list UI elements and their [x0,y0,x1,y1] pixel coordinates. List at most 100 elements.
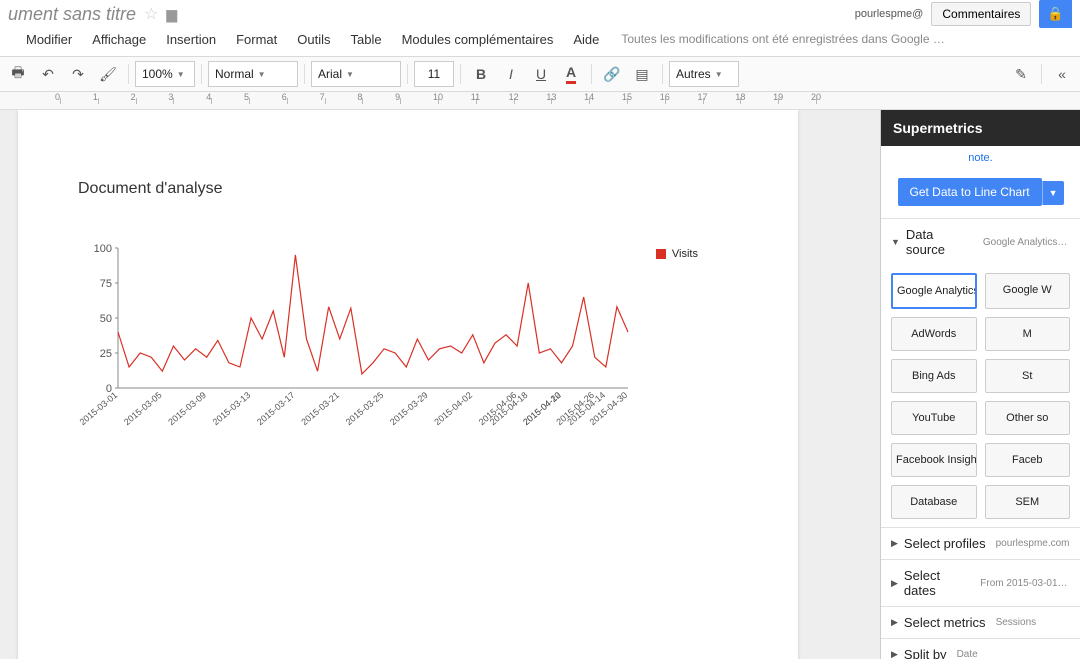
chevron-down-icon: ▼ [891,237,900,247]
section-title: Split by [904,647,947,659]
source-google-w[interactable]: Google W [985,273,1071,309]
print-icon[interactable]: 🖶 [4,60,32,88]
account-label: pourlespme@ [855,8,924,20]
source-facebook-insights[interactable]: Facebook Insights [891,443,977,477]
source-faceb[interactable]: Faceb [985,443,1071,477]
legend-label: Visits [672,248,698,260]
menu-insertion[interactable]: Insertion [156,28,226,51]
separator [591,64,592,84]
section-split-by[interactable]: ▶ Split by Date [881,638,1080,659]
data-source-grid: Google AnalyticsGoogle WAdWordsMBing Ads… [881,265,1080,527]
separator [460,64,461,84]
menu-modules-complémentaires[interactable]: Modules complémentaires [392,28,564,51]
save-status: Toutes les modifications ont été enregis… [621,32,945,46]
svg-text:2015-03-29: 2015-03-29 [388,390,430,427]
svg-text:2015-03-01: 2015-03-01 [78,390,119,427]
svg-text:75: 75 [100,278,112,290]
section-select-metrics[interactable]: ▶ Select metrics Sessions [881,606,1080,638]
paragraph-style-select[interactable]: Normal▼ [208,61,298,87]
section-title: Select metrics [904,615,986,630]
section-title: Select profiles [904,536,986,551]
zoom-select[interactable]: 100%▼ [135,61,195,87]
share-button[interactable]: 🔒 [1039,0,1072,28]
svg-text:2015-04-02: 2015-04-02 [432,390,474,427]
svg-text:25: 25 [100,348,112,360]
svg-text:50: 50 [100,313,112,325]
paint-format-icon[interactable]: 🖌 [94,60,122,88]
section-subtitle: From 2015-03-01 to 2 [980,578,1070,589]
section-title: Data source [906,227,973,257]
source-youtube[interactable]: YouTube [891,401,977,435]
chevron-right-icon: ▶ [891,538,898,549]
menu-outils[interactable]: Outils [287,28,340,51]
toolbar: 🖶 ↶ ↷ 🖌 100%▼ Normal▼ Arial▼ 11 B I U A … [0,56,1080,92]
section-subtitle: Sessions [996,617,1037,628]
bold-button[interactable]: B [467,60,495,88]
separator [201,64,202,84]
menu-modifier[interactable]: Modifier [16,28,82,51]
separator [1041,64,1042,84]
document-heading: Document d'analyse [78,180,738,198]
svg-text:2015-03-25: 2015-03-25 [344,390,386,427]
insert-comment-icon[interactable]: ▤ [628,60,656,88]
sidebar-title: Supermetrics [881,110,1080,146]
menu-table[interactable]: Table [341,28,392,51]
collapse-toolbar-icon[interactable]: « [1048,60,1076,88]
chart[interactable]: Visits 02550751002015-03-012015-03-05201… [78,238,638,438]
document-canvas[interactable]: Document d'analyse Visits 02550751002015… [0,110,880,659]
separator [662,64,663,84]
separator [407,64,408,84]
italic-button[interactable]: I [497,60,525,88]
editing-mode-icon[interactable]: ✎ [1007,60,1035,88]
source-bing-ads[interactable]: Bing Ads [891,359,977,393]
note-link[interactable]: note. [968,152,992,164]
source-adwords[interactable]: AdWords [891,317,977,351]
font-select[interactable]: Arial▼ [311,61,401,87]
separator [128,64,129,84]
source-google-analytics[interactable]: Google Analytics [891,273,977,309]
chevron-right-icon: ▶ [891,649,898,659]
source-other-so[interactable]: Other so [985,401,1071,435]
chevron-right-icon: ▶ [891,578,898,589]
svg-text:2015-03-17: 2015-03-17 [255,390,297,427]
svg-text:2015-03-09: 2015-03-09 [166,390,208,427]
font-size-select[interactable]: 11 [414,61,454,87]
source-sem[interactable]: SEM [985,485,1071,519]
svg-text:2015-03-05: 2015-03-05 [122,390,164,427]
section-title: Select dates [904,568,970,598]
menu-bar: ModifierAffichageInsertionFormatOutilsTa… [0,28,1080,56]
text-color-button[interactable]: A [557,60,585,88]
document-title[interactable]: ument sans titre [8,4,136,25]
undo-icon[interactable]: ↶ [34,60,62,88]
source-database[interactable]: Database [891,485,977,519]
svg-text:100: 100 [94,243,112,255]
folder-icon[interactable]: ▆ [166,6,177,23]
section-subtitle: pourlespme.com [996,538,1070,549]
insert-link-icon[interactable]: 🔗 [598,60,626,88]
underline-button[interactable]: U [527,60,555,88]
menu-format[interactable]: Format [226,28,287,51]
get-data-dropdown[interactable]: ▼ [1042,181,1064,205]
comments-button[interactable]: Commentaires [931,2,1031,26]
page: Document d'analyse Visits 02550751002015… [18,110,798,659]
section-select-dates[interactable]: ▶ Select dates From 2015-03-01 to 2 [881,559,1080,606]
get-data-button[interactable]: Get Data to Line Chart [898,178,1042,206]
more-select[interactable]: Autres▼ [669,61,739,87]
source-m[interactable]: M [985,317,1071,351]
ruler: 01234567891011121314151617181920 [0,92,1080,110]
svg-text:2015-03-21: 2015-03-21 [299,390,341,427]
legend-swatch [656,249,666,259]
redo-icon[interactable]: ↷ [64,60,92,88]
section-subtitle: Date [957,649,978,659]
section-subtitle: Google Analytics: po [983,237,1070,248]
svg-text:2015-03-13: 2015-03-13 [211,390,253,427]
separator [304,64,305,84]
star-icon[interactable]: ☆ [144,4,158,24]
menu-aide[interactable]: Aide [563,28,609,51]
section-data-source[interactable]: ▼ Data source Google Analytics: po [881,218,1080,265]
source-st[interactable]: St [985,359,1071,393]
chart-legend: Visits [656,248,698,260]
section-select-profiles[interactable]: ▶ Select profiles pourlespme.com [881,527,1080,559]
supermetrics-sidebar: Supermetrics note. Get Data to Line Char… [880,110,1080,659]
menu-affichage[interactable]: Affichage [82,28,156,51]
